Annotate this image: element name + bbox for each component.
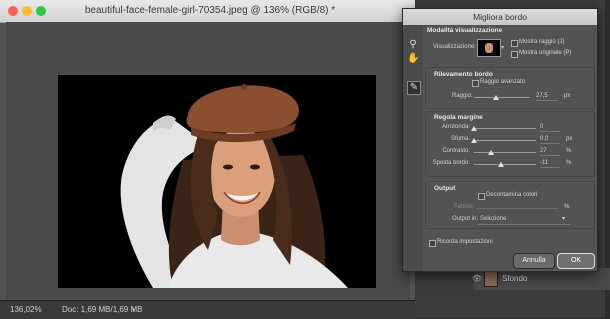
zoom-level[interactable]: 136,02%	[10, 305, 42, 314]
status-bar: 136,02% Doc: 1,69 MB/1,69 MB ›	[0, 300, 415, 319]
dialog-title: Migliora bordo	[403, 9, 597, 25]
close-window-button[interactable]	[8, 6, 18, 16]
amount-slider-track	[476, 208, 558, 209]
remember-settings-checkbox[interactable]	[429, 240, 436, 247]
radius-unit: px	[564, 93, 571, 99]
radius-slider-thumb[interactable]	[493, 95, 500, 100]
amount-label: Fattore:	[454, 204, 475, 210]
remember-settings-label: Ricorda impostazioni	[437, 239, 493, 245]
refine-edge-dialog: Migliora bordo ⚲ ✋ ✎ Modalità visualizza…	[402, 8, 598, 272]
output-to-select[interactable]: Selezione ▾	[478, 214, 570, 225]
output-section: Output Decontamina colori Fattore: % Out…	[425, 181, 595, 229]
radius-label: Raggio:	[452, 93, 473, 99]
output-header: Output	[434, 185, 456, 192]
smart-radius-checkbox[interactable]	[472, 80, 479, 87]
doc-size-info: Doc: 1,69 MB/1,69 MB	[62, 305, 143, 314]
adjust-slider-track[interactable]	[474, 140, 536, 141]
adjust-slider-track[interactable]	[474, 128, 536, 129]
view-mode-header: Modalità visualizzazione	[427, 27, 503, 34]
adjust-row-value[interactable]: 0	[540, 123, 560, 132]
photo-canvas[interactable]	[58, 75, 376, 288]
view-mode-section: Modalità visualizzazione Visualizzazione…	[425, 27, 593, 63]
show-original-label: Mostra originale (P)	[519, 50, 572, 56]
eye-icon[interactable]: 👁	[472, 274, 482, 283]
adjust-row-value[interactable]: 0,0	[540, 135, 560, 144]
refine-brush-icon[interactable]: ✎	[407, 81, 421, 95]
adjust-row-label: Sfuma:	[450, 136, 470, 142]
adjust-row-label: Sposta bordo:	[432, 160, 470, 166]
decontaminate-label: Decontamina colori	[486, 192, 538, 198]
document-window: beautiful-face-female-girl-70354.jpeg @ …	[0, 0, 415, 319]
layer-name: Sfondo	[502, 274, 528, 283]
zoom-window-button[interactable]	[36, 6, 46, 16]
output-to-label: Output in:	[452, 216, 479, 222]
canvas-area[interactable]	[6, 22, 410, 300]
adjust-slider-track[interactable]	[474, 164, 536, 165]
output-to-value: Selezione	[480, 216, 507, 222]
adjust-edge-header: Regola margine	[434, 114, 483, 121]
adjust-row-label: Arrotonda:	[441, 124, 470, 130]
hand-tool-icon[interactable]: ✋	[407, 53, 419, 65]
adjust-edge-section: Regola margine Arrotonda: 0 Sfuma: 0,0 px Con…	[425, 111, 595, 177]
cancel-button[interactable]: Annulla	[513, 253, 555, 269]
radius-slider-track[interactable]	[474, 97, 530, 98]
adjust-row-label: Contrasto:	[442, 148, 470, 154]
edge-detection-header: Rilevamento bordo	[434, 71, 493, 78]
adjust-row-unit: %	[566, 160, 572, 166]
adjust-row-unit: %	[566, 148, 572, 154]
dialog-tool-column: ⚲ ✋ ✎	[403, 25, 423, 271]
chevron-down-icon[interactable]: ▾	[501, 44, 504, 51]
title-bar[interactable]: beautiful-face-female-girl-70354.jpeg @ …	[0, 0, 415, 23]
decontaminate-checkbox[interactable]	[478, 193, 485, 200]
show-original-checkbox[interactable]	[511, 51, 518, 58]
adjust-slider-thumb[interactable]	[487, 150, 494, 155]
document-title: beautiful-face-female-girl-70354.jpeg @ …	[84, 5, 336, 16]
show-radius-label: Mostra raggio (J)	[519, 39, 565, 45]
smart-radius-label: Raggio avanzato	[480, 79, 526, 85]
portrait-photo	[58, 75, 376, 288]
amount-unit: %	[564, 204, 570, 210]
status-menu-arrow[interactable]: ›	[132, 304, 135, 314]
adjust-slider-thumb[interactable]	[498, 162, 505, 167]
adjust-slider-track[interactable]	[474, 152, 536, 153]
view-label: Visualizzazione:	[433, 44, 476, 50]
adjust-slider-thumb[interactable]	[471, 126, 477, 131]
radius-value[interactable]: 27,5	[536, 92, 558, 101]
edge-detection-section: Rilevamento bordo Raggio avanzato Raggio…	[425, 67, 595, 109]
adjust-slider-thumb[interactable]	[471, 138, 477, 143]
zoom-tool-icon[interactable]: ⚲	[407, 39, 419, 51]
view-thumbnail[interactable]	[477, 39, 501, 57]
adjust-row-unit: px	[566, 136, 573, 142]
show-radius-checkbox[interactable]	[511, 40, 518, 47]
chevron-down-icon: ▾	[562, 216, 566, 222]
adjust-row-value[interactable]: 27	[540, 147, 560, 156]
adjust-row-value[interactable]: -11	[540, 159, 560, 168]
minimize-window-button[interactable]	[22, 6, 32, 16]
layer-thumbnail	[484, 271, 498, 287]
ok-button[interactable]: OK	[557, 253, 595, 269]
